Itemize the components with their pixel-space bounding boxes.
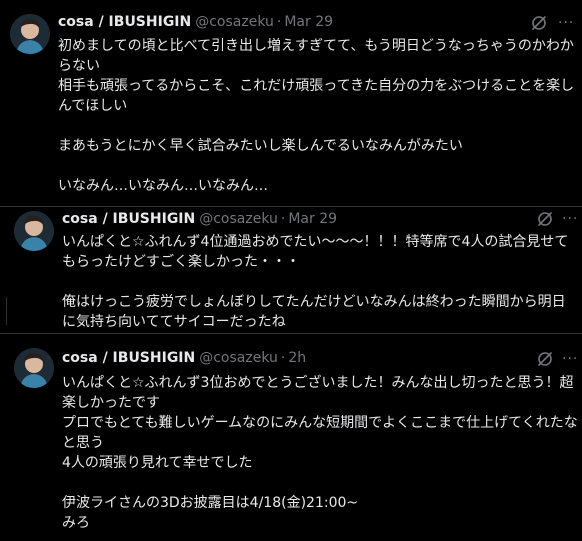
more-icon[interactable]: ···: [562, 350, 578, 368]
author-name[interactable]: cosa / IBUSHIGIN: [62, 211, 195, 227]
author-name[interactable]: cosa / IBUSHIGIN: [62, 350, 195, 366]
grok-icon[interactable]: [536, 210, 554, 228]
tweet[interactable]: cosa / IBUSHIGIN @cosazeku · 2h ··· いんぱくと☆ふ…: [0, 333, 582, 541]
thread-divider: [6, 297, 7, 325]
header-separator: ·: [276, 14, 282, 30]
avatar[interactable]: [10, 14, 50, 54]
tweet-header: cosa / IBUSHIGIN @cosazeku · Mar 29: [58, 12, 333, 32]
header-separator: ·: [280, 350, 286, 366]
header-separator: ·: [280, 211, 286, 227]
tweet-text: いんぱくと☆ふれんず4位通過おめでたい〜〜〜！！！特等席で4人の試合見せてもらっ…: [62, 234, 569, 330]
author-handle[interactable]: @cosazeku: [195, 14, 274, 30]
avatar-image: [14, 348, 54, 388]
avatar[interactable]: [14, 348, 54, 388]
tweet[interactable]: cosa / IBUSHIGIN @cosazeku · Mar 29 ··· 初めま…: [0, 0, 582, 206]
tweet-timestamp[interactable]: Mar 29: [288, 211, 337, 227]
tweet-header: cosa / IBUSHIGIN @cosazeku · 2h: [62, 348, 306, 368]
tweet-text: 初めましての頃と比べて引き出し増えすぎてて、もう明日どうなっちゃうのかわからない…: [58, 38, 575, 194]
tweet[interactable]: cosa / IBUSHIGIN @cosazeku · Mar 29 ··· いんぱ…: [0, 206, 582, 333]
tweet-text: いんぱくと☆ふれんず3位おめでとうございました！みんな出し切ったと思う！超楽しか…: [62, 375, 578, 531]
tweet-timestamp[interactable]: Mar 29: [284, 14, 333, 30]
avatar-image: [10, 14, 50, 54]
avatar-image: [14, 211, 54, 251]
grok-icon[interactable]: [530, 14, 548, 32]
avatar[interactable]: [14, 211, 54, 251]
more-icon[interactable]: ···: [558, 14, 574, 32]
author-name[interactable]: cosa / IBUSHIGIN: [58, 14, 191, 30]
author-handle[interactable]: @cosazeku: [199, 350, 278, 366]
grok-icon[interactable]: [536, 350, 554, 368]
tweet-timestamp[interactable]: 2h: [288, 350, 306, 366]
author-handle[interactable]: @cosazeku: [199, 211, 278, 227]
more-icon[interactable]: ···: [562, 210, 578, 228]
tweet-header: cosa / IBUSHIGIN @cosazeku · Mar 29: [62, 209, 337, 229]
